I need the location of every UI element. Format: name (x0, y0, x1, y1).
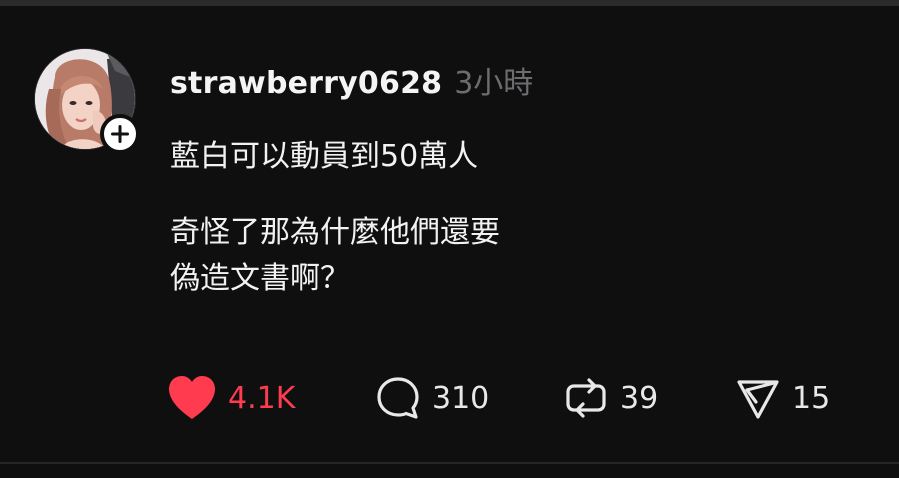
reply-button[interactable]: 310 (374, 374, 489, 422)
plus-icon (111, 125, 129, 143)
post-timestamp: 3小時 (454, 66, 534, 101)
author-avatar-group (34, 48, 140, 154)
speech-bubble-icon (374, 374, 422, 422)
paper-plane-icon (734, 374, 782, 422)
bottom-divider (0, 462, 899, 464)
username-link[interactable]: strawberry0628 (170, 66, 442, 101)
post-text-line: 藍白可以動員到50萬人 (170, 139, 479, 174)
post-header: strawberry0628 3小時 (170, 58, 533, 102)
post-text-line: 奇怪了那為什麼他們還要 (170, 215, 500, 250)
share-button[interactable]: 15 (734, 374, 830, 422)
post-content: 藍白可以動員到50萬人 奇怪了那為什麼他們還要 偽造文書啊？ (170, 134, 850, 302)
post-actions-bar: 4.1K 310 39 15 (166, 374, 866, 422)
repost-count: 39 (620, 380, 659, 416)
follow-button[interactable] (100, 114, 140, 154)
repost-arrows-icon (562, 374, 610, 422)
post-text-line: 偽造文書啊？ (170, 261, 350, 296)
like-count: 4.1K (228, 380, 296, 416)
repost-button[interactable]: 39 (562, 374, 658, 422)
heart-icon (166, 374, 218, 422)
like-button[interactable]: 4.1K (166, 374, 295, 422)
reply-count: 310 (432, 380, 490, 416)
thread-post: strawberry0628 3小時 藍白可以動員到50萬人 奇怪了那為什麼他們… (0, 6, 899, 462)
share-count: 15 (792, 380, 831, 416)
